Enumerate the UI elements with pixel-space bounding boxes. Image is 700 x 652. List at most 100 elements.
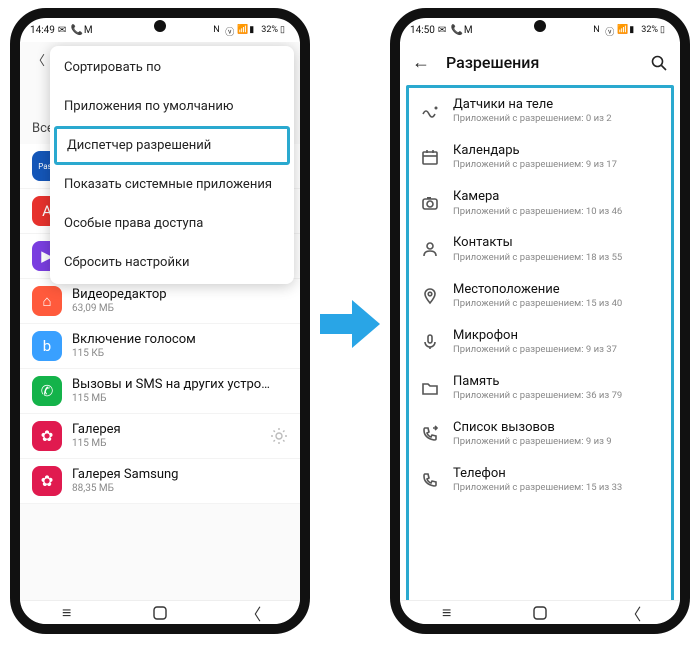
permission-row-body[interactable]: Датчики на телеПриложений с разрешением:… (409, 88, 671, 134)
permission-row-camera[interactable]: КамераПриложений с разрешением: 10 из 46 (409, 180, 671, 226)
app-icon: b (32, 331, 62, 361)
permission-title: Календарь (453, 143, 659, 159)
permission-subtitle: Приложений с разрешением: 15 из 40 (453, 298, 659, 310)
screen-right: ← Разрешения Датчики на телеПриложений с… (400, 42, 680, 600)
app-title: Галерея Samsung (72, 467, 288, 483)
wifi-icon: 📶 (617, 25, 627, 35)
app-row[interactable]: bВключение голосом115 КБ (20, 324, 300, 369)
gear-icon[interactable] (270, 427, 288, 445)
nav-home[interactable] (151, 606, 169, 620)
body-icon (421, 102, 439, 120)
permission-row-location[interactable]: МестоположениеПриложений с разрешением: … (409, 273, 671, 319)
app-icon: ✿ (32, 421, 62, 451)
permission-row-calendar[interactable]: КалендарьПриложений с разрешением: 9 из … (409, 134, 671, 180)
phone-icon (421, 471, 439, 489)
permissions-list-highlight: Датчики на телеПриложений с разрешением:… (406, 85, 674, 600)
app-title: Галерея (72, 422, 260, 438)
permission-subtitle: Приложений с разрешением: 36 из 79 (453, 390, 659, 402)
signal-icon: ▮ (629, 25, 639, 35)
permission-row-calllog[interactable]: Список вызововПриложений с разрешением: … (409, 411, 671, 457)
menu-item-4[interactable]: Особые права доступа (50, 204, 294, 243)
wifi-icon: 📶 (237, 25, 247, 35)
status-time: 14:50 (410, 25, 435, 36)
app-size: 115 МБ (72, 393, 288, 405)
back-icon[interactable]: ← (412, 52, 430, 73)
mic-icon (421, 333, 439, 351)
permission-subtitle: Приложений с разрешением: 10 из 46 (453, 206, 659, 218)
calendar-icon (421, 148, 439, 166)
app-title: Вызовы и SMS на других устро… (72, 377, 288, 393)
app-row[interactable]: ✿ Галерея115 МБ (20, 414, 300, 459)
menu-item-3[interactable]: Показать системные приложения (50, 165, 294, 204)
location-icon (421, 287, 439, 305)
nav-back[interactable]: 〈 (624, 606, 642, 620)
phone-right: 14:50 ✉ 📞 M N ⓥ 📶 ▮ 32% ▯ ← Разрешения Д… (390, 8, 690, 634)
permission-title: Микрофон (453, 328, 659, 344)
app-row[interactable]: ✆Вызовы и SMS на других устро…115 МБ (20, 369, 300, 414)
permission-subtitle: Приложений с разрешением: 0 из 2 (453, 113, 659, 125)
camera-icon (421, 194, 439, 212)
permission-subtitle: Приложений с разрешением: 9 из 17 (453, 159, 659, 171)
status-msg-icon: ✉ (58, 25, 68, 35)
status-mail-icon: M (84, 25, 94, 35)
contacts-icon (421, 240, 439, 258)
permission-row-contacts[interactable]: КонтактыПриложений с разрешением: 18 из … (409, 226, 671, 272)
nfc-icon: N (593, 25, 603, 35)
signal-icon: ▮ (249, 25, 259, 35)
phone-left: 14:49 ✉ 📞 M N ⓥ 📶 ▮ 32% ▯ 〈 Все PassA▶Ви… (10, 8, 310, 634)
app-size: 115 МБ (72, 438, 260, 450)
permission-title: Камера (453, 189, 659, 205)
permission-subtitle: Приложений с разрешением: 18 из 55 (453, 252, 659, 264)
nfc-icon: N (213, 25, 223, 35)
status-time: 14:49 (30, 25, 55, 36)
camera-notch (154, 20, 166, 32)
app-title: Видеоредактор (72, 287, 288, 303)
nav-bar: ≡ 〈 (400, 600, 680, 624)
nav-bar: ≡ 〈 (20, 600, 300, 624)
permission-row-phone[interactable]: ТелефонПриложений с разрешением: 15 из 3… (409, 457, 671, 503)
permission-row-mic[interactable]: МикрофонПриложений с разрешением: 9 из 3… (409, 319, 671, 365)
app-row[interactable]: ✿ Галерея Samsung88,35 МБ (20, 459, 300, 504)
back-icon[interactable]: 〈 (32, 54, 45, 69)
overflow-menu: Сортировать поПриложения по умолчаниюДис… (50, 46, 294, 284)
permission-subtitle: Приложений с разрешением: 15 из 33 (453, 482, 659, 494)
app-size: 63,09 МБ (72, 303, 288, 315)
permission-row-storage[interactable]: ПамятьПриложений с разрешением: 36 из 79 (409, 365, 671, 411)
menu-item-2[interactable]: Диспетчер разрешений (54, 126, 290, 165)
page-title: Разрешения (446, 53, 634, 72)
menu-item-0[interactable]: Сортировать по (50, 48, 294, 87)
app-size: 115 КБ (72, 348, 288, 360)
volte-icon: ⓥ (225, 25, 235, 35)
status-msg-icon: ✉ (438, 25, 448, 35)
app-size: 88,35 МБ (72, 483, 288, 495)
storage-icon (421, 379, 439, 397)
nav-home[interactable] (531, 606, 549, 620)
permission-subtitle: Приложений с разрешением: 9 из 9 (453, 436, 659, 448)
status-phone-icon: 📞 (71, 25, 81, 35)
permission-title: Память (453, 374, 659, 390)
app-icon: ✿ (32, 466, 62, 496)
permission-title: Датчики на теле (453, 97, 659, 113)
status-phone-icon: 📞 (451, 25, 461, 35)
nav-back[interactable]: 〈 (244, 606, 262, 620)
volte-icon: ⓥ (605, 25, 615, 35)
search-icon[interactable] (650, 54, 668, 72)
nav-recents[interactable]: ≡ (438, 606, 456, 620)
status-mail-icon: M (464, 25, 474, 35)
nav-recents[interactable]: ≡ (58, 606, 76, 620)
battery-text: 32% (261, 25, 278, 35)
app-icon: ⌂ (32, 286, 62, 316)
screen-left: 〈 Все PassA▶Видеоплеер20,77 МБ⌂Видеореда… (20, 42, 300, 600)
menu-item-1[interactable]: Приложения по умолчанию (50, 87, 294, 126)
battery-text: 32% (641, 25, 658, 35)
permission-title: Телефон (453, 466, 659, 482)
permission-title: Местоположение (453, 282, 659, 298)
permission-title: Список вызовов (453, 420, 659, 436)
permission-title: Контакты (453, 235, 659, 251)
app-row[interactable]: ⌂ Видеоредактор63,09 МБ (20, 279, 300, 324)
battery-icon: ▯ (660, 25, 670, 35)
calllog-icon (421, 425, 439, 443)
permissions-header: ← Разрешения (400, 42, 680, 83)
menu-item-5[interactable]: Сбросить настройки (50, 243, 294, 282)
battery-icon: ▯ (280, 25, 290, 35)
